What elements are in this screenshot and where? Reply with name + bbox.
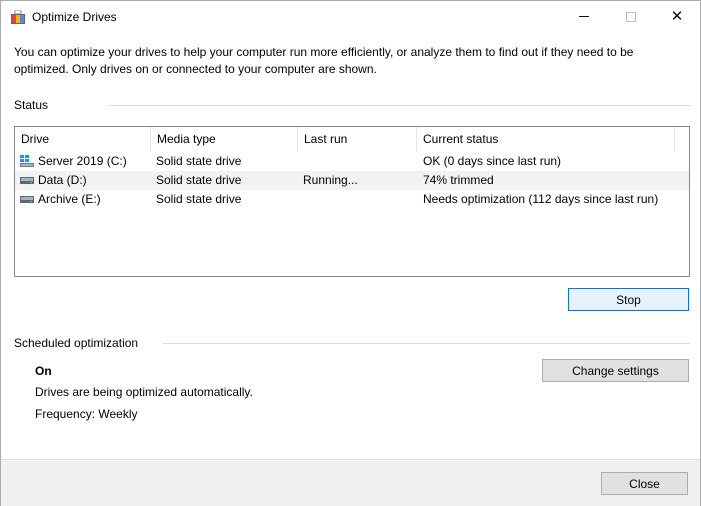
drive-media-type: Solid state drive <box>156 173 242 187</box>
drive-current-status: 74% trimmed <box>423 173 494 187</box>
column-header-last-run[interactable]: Last run <box>298 127 417 152</box>
drive-media-type: Solid state drive <box>156 154 242 168</box>
window-title: Optimize Drives <box>32 10 117 24</box>
optimize-drives-app-icon <box>11 10 25 24</box>
stop-button[interactable]: Stop <box>568 288 689 311</box>
column-header-media-type[interactable]: Media type <box>151 127 298 152</box>
drive-list-header: Drive Media type Last run Current status <box>15 127 689 152</box>
change-settings-button[interactable]: Change settings <box>542 359 689 382</box>
close-button[interactable]: Close <box>601 472 688 495</box>
close-icon: ✕ <box>670 7 684 25</box>
drive-row[interactable]: Data (D:) Solid state drive Running... 7… <box>15 171 689 190</box>
column-header-drive[interactable]: Drive <box>15 127 151 152</box>
schedule-state: On <box>35 364 52 378</box>
intro-text: You can optimize your drives to help you… <box>14 45 634 76</box>
drive-name: Archive (E:) <box>38 192 101 206</box>
drive-media-type: Solid state drive <box>156 192 242 206</box>
title-bar[interactable]: Optimize Drives ✕ <box>1 1 700 32</box>
drive-icon <box>20 196 34 203</box>
schedule-frequency: Frequency: Weekly <box>35 407 138 421</box>
drive-current-status: OK (0 days since last run) <box>423 154 562 168</box>
drive-icon <box>20 177 34 184</box>
scheduled-section-label: Scheduled optimization <box>14 336 139 350</box>
close-window-button[interactable]: ✕ <box>654 1 700 32</box>
optimize-drives-window: Optimize Drives ✕ You can optimize your … <box>0 0 701 506</box>
drive-last-run: Running... <box>303 173 358 187</box>
schedule-description: Drives are being optimized automatically… <box>35 385 253 399</box>
minimize-button[interactable] <box>561 1 607 32</box>
scheduled-divider <box>163 343 690 344</box>
drive-list[interactable]: Drive Media type Last run Current status… <box>14 126 690 277</box>
column-header-current-status[interactable]: Current status <box>417 127 675 152</box>
maximize-button[interactable] <box>608 1 654 32</box>
drive-current-status: Needs optimization (112 days since last … <box>423 192 659 206</box>
minimize-icon <box>579 16 589 17</box>
drive-name: Server 2019 (C:) <box>38 154 127 168</box>
windows-drive-icon <box>20 155 34 167</box>
drive-name: Data (D:) <box>38 173 87 187</box>
status-section-label: Status <box>14 98 49 112</box>
status-divider <box>109 105 690 106</box>
drive-row[interactable]: Server 2019 (C:) Solid state drive OK (0… <box>15 152 689 171</box>
drive-row[interactable]: Archive (E:) Solid state drive Needs opt… <box>15 190 689 209</box>
maximize-icon <box>626 11 636 22</box>
footer-bar: Close <box>1 459 700 506</box>
